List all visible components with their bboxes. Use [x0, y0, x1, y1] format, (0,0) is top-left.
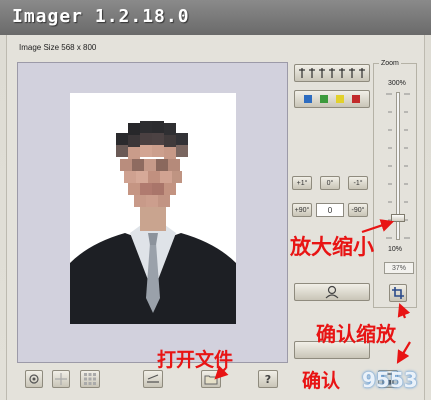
help-icon: ?: [265, 373, 271, 385]
grid-button[interactable]: [80, 370, 100, 388]
zoom-max-label: 300%: [388, 80, 406, 87]
face-detect-icon: [325, 285, 339, 299]
scanner-icon: [147, 374, 159, 383]
crop-icon: [392, 287, 404, 299]
camera-button[interactable]: [25, 370, 43, 388]
annotation-confirm-zoom: 确认缩放: [316, 322, 396, 346]
annotation-open-file: 打开文件: [157, 349, 234, 371]
image-size-label: Image Size 568 x 800: [19, 43, 97, 52]
swatch-blue[interactable]: [304, 95, 312, 103]
move-button[interactable]: [52, 370, 70, 388]
move-icon: [55, 373, 67, 385]
svg-text:?: ?: [265, 373, 271, 385]
help-button[interactable]: ?: [258, 370, 278, 388]
portrait-photo: [70, 93, 236, 324]
crop-button[interactable]: [389, 284, 407, 302]
face-detect-button[interactable]: [294, 283, 370, 301]
swatch-green[interactable]: [320, 95, 328, 103]
rotate-zero-button[interactable]: 0°: [320, 176, 340, 190]
rotate-minus1-button[interactable]: -1°: [348, 176, 368, 190]
background-color-button[interactable]: [294, 90, 370, 108]
rotation-value-field[interactable]: 0: [316, 203, 344, 217]
align-button[interactable]: [294, 64, 370, 82]
rotate-plus90-button[interactable]: +90°: [292, 203, 312, 217]
swatch-yellow[interactable]: [336, 95, 344, 103]
camera-icon: [29, 374, 39, 384]
window-title: Imager 1.2.18.0: [12, 6, 190, 27]
grid-icon: [84, 373, 96, 385]
scan-button[interactable]: [143, 370, 163, 388]
align-top-icon: [299, 68, 365, 78]
annotation-confirm: 确认: [302, 370, 341, 392]
rotate-plus1-button[interactable]: +1°: [292, 176, 312, 190]
zoom-label: Zoom: [379, 60, 401, 67]
rotate-minus90-button[interactable]: -90°: [348, 203, 368, 217]
annotation-zoom: 放大缩小: [290, 235, 374, 259]
zoom-min-label: 10%: [388, 246, 403, 253]
folder-icon: [204, 375, 218, 385]
watermark: 9553: [362, 368, 418, 392]
zoom-value-field[interactable]: 37%: [384, 262, 414, 274]
open-file-button[interactable]: [201, 370, 221, 388]
zoom-slider-thumb[interactable]: [391, 214, 405, 222]
title-bar: Imager 1.2.18.0: [0, 0, 431, 35]
swatch-red[interactable]: [352, 95, 360, 103]
